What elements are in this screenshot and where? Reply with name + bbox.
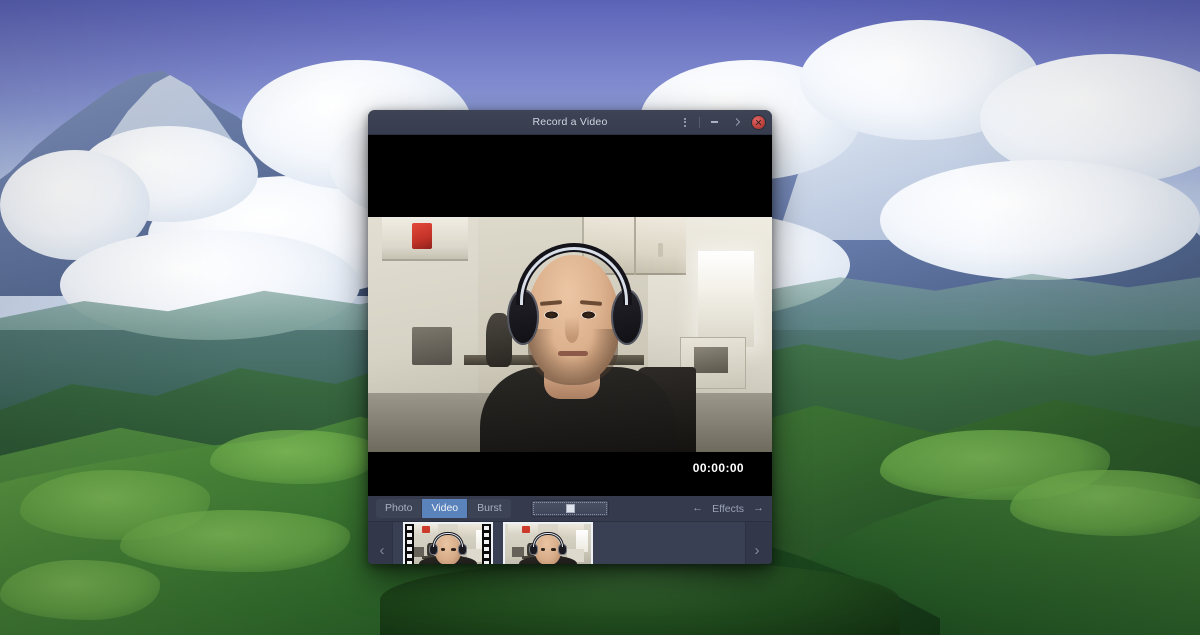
film-sprockets-right bbox=[482, 524, 491, 564]
scene-cabinet-divider bbox=[634, 217, 636, 275]
scene-window-light bbox=[698, 251, 754, 347]
window-titlebar[interactable]: Record a Video bbox=[368, 110, 772, 135]
letterbox-top bbox=[368, 135, 772, 217]
chevron-right-icon[interactable]: › bbox=[746, 542, 768, 559]
record-a-video-window: Record a Video 00:00:00 Photo Video Burs… bbox=[368, 110, 772, 564]
thumbnail-track bbox=[392, 522, 746, 564]
minimize-icon[interactable] bbox=[706, 114, 722, 130]
person-eye-left bbox=[544, 311, 559, 319]
webcam-preview bbox=[368, 217, 772, 452]
menu-dots-icon[interactable] bbox=[677, 114, 693, 130]
film-sprockets-left bbox=[405, 524, 414, 564]
person-nose bbox=[565, 317, 579, 343]
thumbnail-video-preview bbox=[405, 524, 491, 564]
tab-photo[interactable]: Photo bbox=[376, 499, 422, 518]
thumbnail-photo-preview bbox=[505, 524, 591, 564]
titlebar-divider bbox=[699, 116, 700, 128]
tab-video[interactable]: Video bbox=[421, 499, 468, 518]
maximize-icon[interactable] bbox=[728, 114, 744, 130]
list-item[interactable] bbox=[503, 522, 593, 564]
capture-mode-tabs: Photo Video Burst bbox=[376, 499, 511, 518]
bottom-toolbar: Photo Video Burst ← Effects → bbox=[368, 496, 772, 521]
tab-burst[interactable]: Burst bbox=[467, 499, 511, 518]
scene-monitor bbox=[412, 327, 452, 365]
recording-timer: 00:00:00 bbox=[692, 461, 744, 475]
scene-red-alarm bbox=[412, 223, 432, 249]
arrow-left-icon[interactable]: ← bbox=[692, 503, 703, 514]
person-mouth bbox=[558, 351, 588, 356]
person-eye-right bbox=[581, 311, 596, 319]
thumbnail-strip: ‹ › bbox=[368, 521, 772, 564]
list-item[interactable] bbox=[403, 522, 493, 564]
effects-controls: ← Effects → bbox=[692, 503, 764, 515]
arrow-right-icon[interactable]: → bbox=[753, 503, 764, 514]
close-icon[interactable] bbox=[750, 114, 766, 130]
scene-cabinet-handle bbox=[658, 243, 663, 257]
effects-label[interactable]: Effects bbox=[712, 503, 744, 515]
camera-viewport: 00:00:00 bbox=[368, 135, 772, 496]
scene-appliance-screen bbox=[694, 347, 728, 373]
stop-recording-button[interactable] bbox=[531, 500, 609, 517]
chevron-left-icon[interactable]: ‹ bbox=[372, 542, 392, 559]
stop-square-icon bbox=[565, 504, 575, 513]
